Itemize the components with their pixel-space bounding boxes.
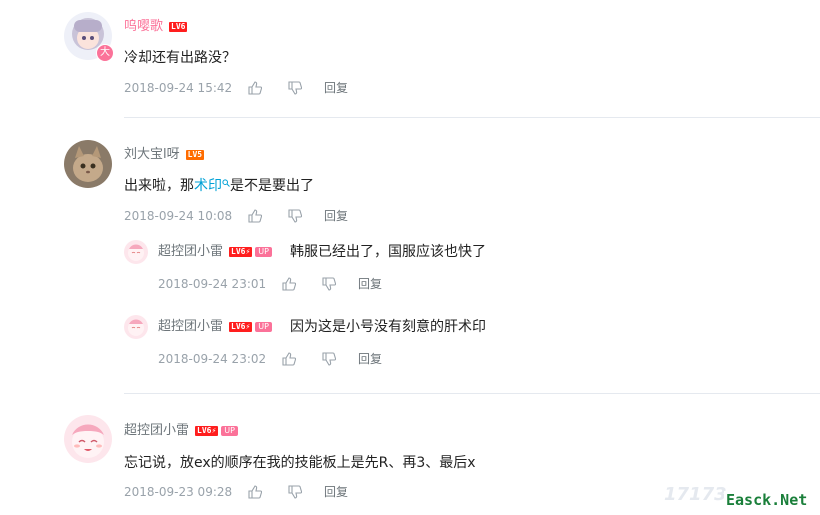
level-text: LV6 <box>231 321 246 331</box>
reply-button[interactable]: 回复 <box>324 208 348 224</box>
username-text[interactable]: 呜嘤歌 <box>124 19 163 34</box>
avatar[interactable] <box>64 140 112 188</box>
watermark-17173: 17173 <box>664 484 727 505</box>
search-link[interactable]: 术印 <box>194 178 222 194</box>
up-badge: UP <box>255 321 272 332</box>
level-badge: LV6⚡ <box>229 246 253 257</box>
dislike-icon[interactable] <box>288 81 302 95</box>
like-icon[interactable] <box>282 277 296 291</box>
username[interactable]: 超控团小雷 LV6⚡ UP <box>158 319 272 335</box>
comment-time: 2018-09-24 10:08 <box>124 209 233 223</box>
divider <box>124 393 820 394</box>
search-icon[interactable] <box>222 179 230 187</box>
like-icon[interactable] <box>282 352 296 366</box>
avatar[interactable] <box>64 415 112 463</box>
comment-text-after: 是不是要出了 <box>230 178 314 194</box>
up-badge: UP <box>255 246 272 257</box>
watermark-easck: Easck.Net <box>724 491 810 509</box>
dislike-icon[interactable] <box>322 352 336 366</box>
username-text[interactable]: 超控团小雷 <box>124 423 189 438</box>
comment-time: 2018-09-24 15:42 <box>124 81 233 95</box>
username-text[interactable]: 刘大宝l呀 <box>124 147 180 162</box>
username[interactable]: 刘大宝l呀 LV5 <box>124 147 205 163</box>
divider <box>124 117 820 118</box>
reply-text: 因为这是小号没有刻意的肝术印 <box>290 319 486 335</box>
vip-badge: 大 <box>96 44 114 62</box>
reply-time: 2018-09-24 23:02 <box>158 352 267 366</box>
level-badge: LV6⚡ <box>229 321 253 332</box>
reply-text: 韩服已经出了，国服应该也快了 <box>290 244 486 260</box>
level-badge: LV6 <box>169 21 188 32</box>
dislike-icon[interactable] <box>288 485 302 499</box>
reply-button[interactable]: 回复 <box>358 351 382 367</box>
comment-time: 2018-09-23 09:28 <box>124 485 233 499</box>
username[interactable]: 呜嘤歌 LV6 <box>124 19 188 35</box>
like-icon[interactable] <box>248 81 262 95</box>
comment-text: 出来啦，那术印 是不是要出了 <box>124 176 314 196</box>
comment-text: 忘记说，放ex的顺序在我的技能板上是先R、再3、最后x <box>124 455 476 471</box>
level-text: LV6 <box>231 246 246 256</box>
up-badge: UP <box>221 425 238 436</box>
username-text[interactable]: 超控团小雷 <box>158 319 223 334</box>
username[interactable]: 超控团小雷 LV6⚡ UP <box>124 423 238 439</box>
avatar[interactable] <box>124 240 148 264</box>
reply-time: 2018-09-24 23:01 <box>158 277 267 291</box>
level-text: LV6 <box>197 425 212 435</box>
username-text[interactable]: 超控团小雷 <box>158 244 223 259</box>
level-badge: LV6⚡ <box>195 425 219 436</box>
comment-text: 冷却还有出路没？ <box>124 50 236 66</box>
like-icon[interactable] <box>248 209 262 223</box>
reply-button[interactable]: 回复 <box>324 484 348 500</box>
reply-button[interactable]: 回复 <box>324 80 348 96</box>
reply-button[interactable]: 回复 <box>358 276 382 292</box>
username[interactable]: 超控团小雷 LV6⚡ UP <box>158 244 272 260</box>
avatar[interactable] <box>124 315 148 339</box>
like-icon[interactable] <box>248 485 262 499</box>
dislike-icon[interactable] <box>288 209 302 223</box>
level-badge: LV5 <box>185 149 205 160</box>
comment-text-before: 出来啦，那 <box>124 178 194 194</box>
dislike-icon[interactable] <box>322 277 336 291</box>
